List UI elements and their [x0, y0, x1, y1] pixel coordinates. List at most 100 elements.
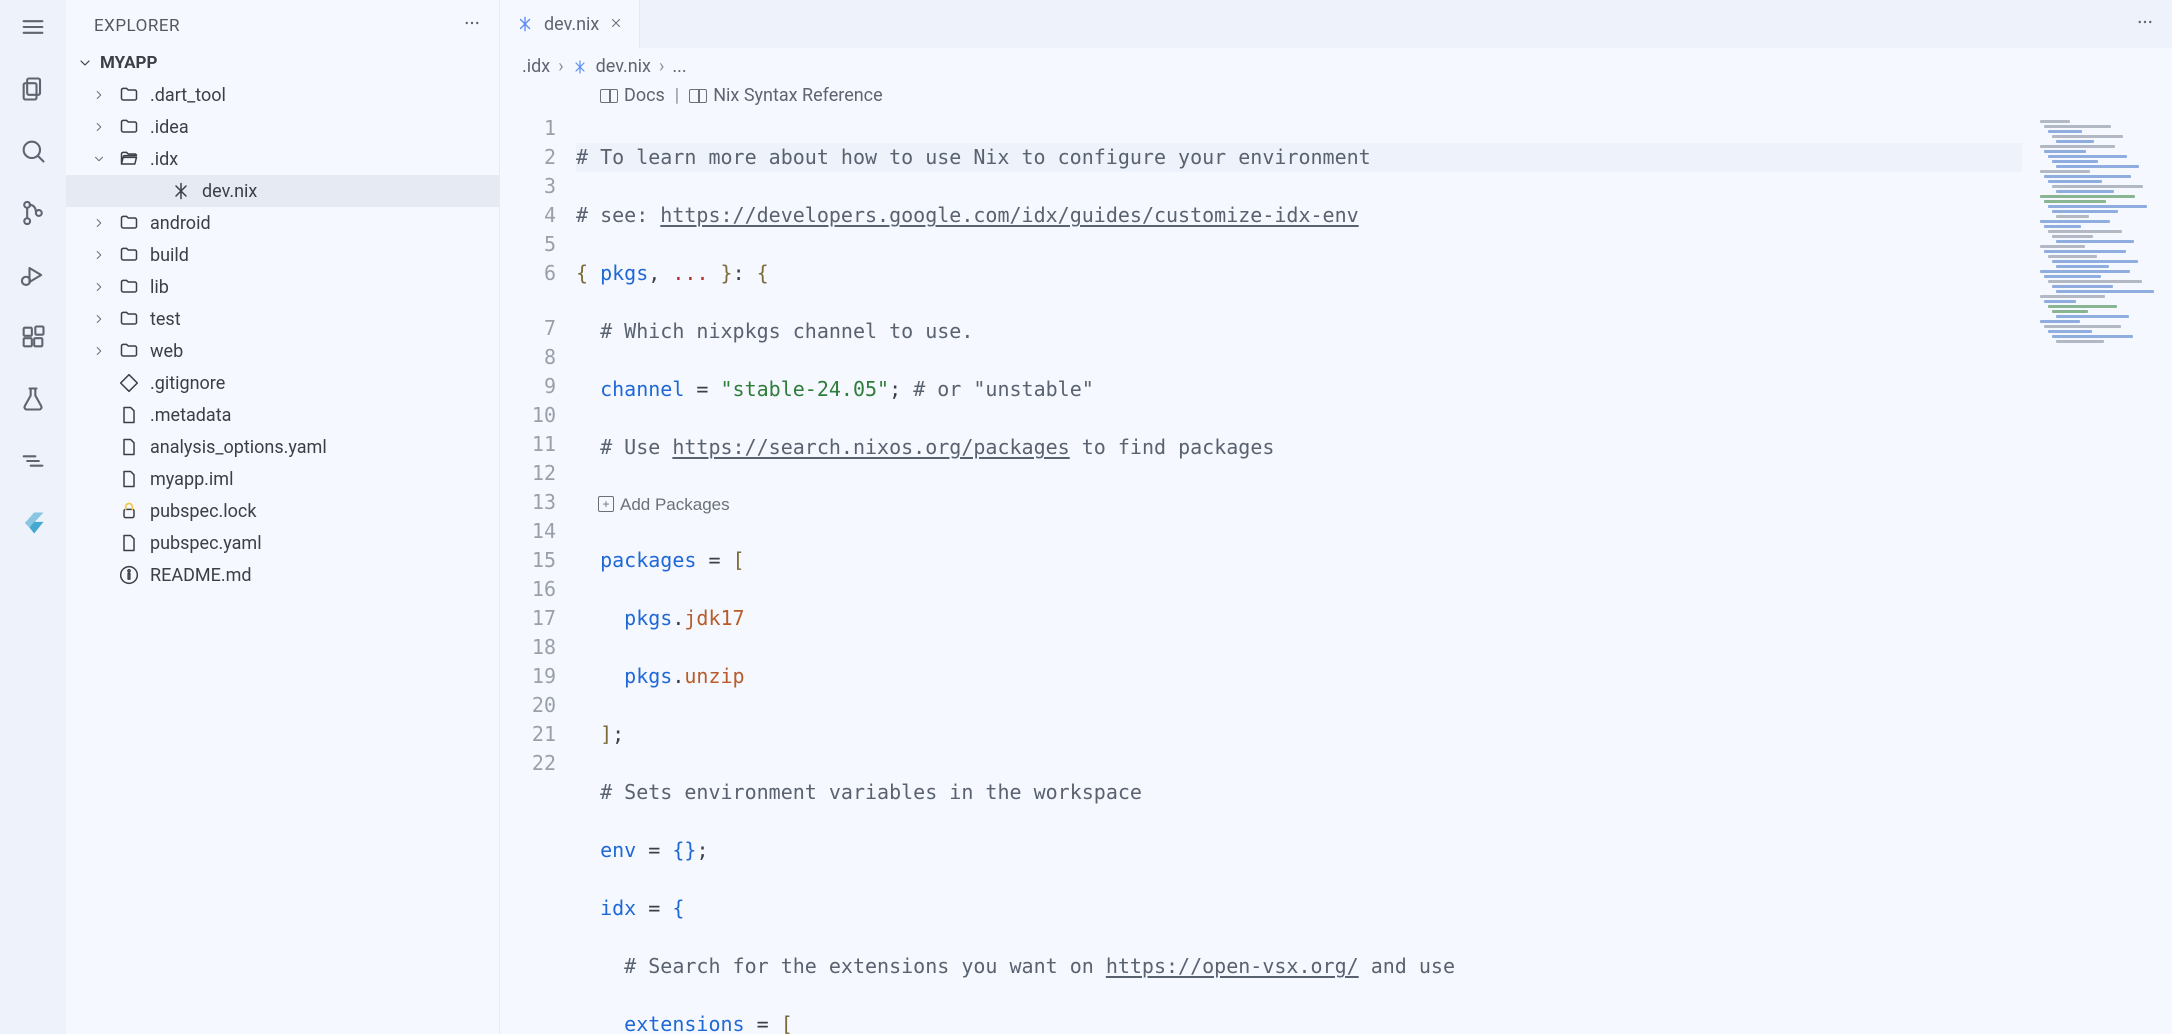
code-text: pkgs — [624, 606, 672, 630]
file-item[interactable]: pubspec.yaml — [66, 527, 499, 559]
code-text: extensions — [624, 1012, 744, 1034]
extensions-icon[interactable] — [16, 320, 50, 354]
nix-reference-link[interactable]: Nix Syntax Reference — [713, 85, 882, 106]
folder-item[interactable]: build — [66, 239, 499, 271]
line-number: 8 — [500, 343, 556, 372]
nix-icon[interactable] — [16, 444, 50, 478]
line-number: 21 — [500, 720, 556, 749]
codelens-add-packages[interactable]: +Add Packages — [576, 491, 2022, 517]
tab-title: dev.nix — [544, 14, 599, 35]
folder-item[interactable]: web — [66, 335, 499, 367]
folder-item[interactable]: .dart_tool — [66, 79, 499, 111]
tree-item-label: .idx — [150, 149, 178, 170]
explorer-panel: EXPLORER MYAPP .dart_tool.idea.idxdev.ni… — [66, 0, 500, 1034]
book-icon — [689, 89, 707, 103]
tree-item-label: myapp.iml — [150, 469, 233, 490]
tree-item-label: .dart_tool — [150, 85, 226, 106]
file-item[interactable]: pubspec.lock — [66, 495, 499, 527]
dart-file-icon — [118, 532, 140, 554]
folder-item[interactable]: test — [66, 303, 499, 335]
panel-more-icon[interactable] — [463, 14, 481, 37]
project-root[interactable]: MYAPP — [66, 47, 499, 79]
folder-item[interactable]: android — [66, 207, 499, 239]
line-number: 17 — [500, 604, 556, 633]
line-number: 7 — [500, 314, 556, 343]
nix-file-icon — [572, 59, 588, 75]
chevron-right-icon: › — [659, 56, 664, 77]
tree-item-label: test — [150, 309, 181, 330]
file-item[interactable]: .metadata — [66, 399, 499, 431]
line-number: 2 — [500, 143, 556, 172]
purple-folder-icon — [118, 244, 140, 266]
editor-more-icon[interactable] — [2136, 13, 2154, 35]
code-text: env — [600, 838, 636, 862]
test-icon[interactable] — [16, 382, 50, 416]
minimap[interactable] — [2032, 114, 2172, 1034]
lock-icon — [118, 500, 140, 522]
breadcrumb-seg[interactable]: dev.nix — [596, 56, 651, 77]
files-icon[interactable] — [16, 72, 50, 106]
folder-item[interactable]: .idea — [66, 111, 499, 143]
line-gutter: 12345678910111213141516171819202122 — [500, 114, 576, 1034]
tree-item-label: .gitignore — [150, 373, 225, 394]
flutter-icon[interactable] — [16, 506, 50, 540]
chevron-right-icon: › — [558, 56, 563, 77]
book-icon — [600, 89, 618, 103]
chevron-right-icon — [90, 86, 108, 104]
tree-item-label: pubspec.lock — [150, 501, 256, 522]
folder-item[interactable]: lib — [66, 271, 499, 303]
plus-icon: + — [598, 496, 614, 512]
close-icon[interactable] — [609, 14, 623, 35]
chevron-right-icon — [90, 214, 108, 232]
chevron-down-icon — [90, 150, 108, 168]
code-link[interactable]: https://open-vsx.org/ — [1106, 954, 1359, 978]
teal-folder-icon — [118, 340, 140, 362]
code-text: # Sets environment variables in the work… — [600, 780, 1142, 804]
info-icon — [118, 564, 140, 586]
code-text: pkgs — [624, 664, 672, 688]
code-text: # To learn more about how to use Nix to … — [576, 145, 1371, 169]
code-text: "stable-24.05" — [721, 377, 890, 401]
file-item[interactable]: .gitignore — [66, 367, 499, 399]
chevron-down-icon — [76, 54, 94, 72]
purple-folder-icon — [118, 212, 140, 234]
code-link[interactable]: https://developers.google.com/idx/guides… — [660, 203, 1358, 227]
run-debug-icon[interactable] — [16, 258, 50, 292]
tree-item-label: README.md — [150, 565, 252, 586]
breadcrumb[interactable]: .idx › dev.nix › ... — [500, 48, 2172, 83]
code-content[interactable]: # To learn more about how to use Nix to … — [576, 114, 2172, 1034]
line-number: 13 — [500, 488, 556, 517]
line-number: 12 — [500, 459, 556, 488]
code-text: ... — [672, 261, 708, 285]
source-control-icon[interactable] — [16, 196, 50, 230]
chevron-right-icon — [90, 310, 108, 328]
code-text: # see: — [576, 203, 660, 227]
file-item[interactable]: analysis_options.yaml — [66, 431, 499, 463]
file-item[interactable]: README.md — [66, 559, 499, 591]
line-number: 14 — [500, 517, 556, 546]
folder-item[interactable]: .idx — [66, 143, 499, 175]
grey-folder-icon — [118, 116, 140, 138]
tab-dev-nix[interactable]: dev.nix — [500, 0, 640, 48]
line-number: 4 — [500, 201, 556, 230]
green-file-icon — [118, 468, 140, 490]
line-number: 10 — [500, 401, 556, 430]
line-number: 3 — [500, 172, 556, 201]
code-text: # or "unstable" — [913, 377, 1094, 401]
code-text: idx — [600, 896, 636, 920]
nix-icon — [170, 180, 192, 202]
breadcrumb-seg[interactable]: ... — [672, 56, 686, 77]
editor-body[interactable]: 12345678910111213141516171819202122 # To… — [500, 114, 2172, 1034]
code-text: pkgs — [600, 261, 648, 285]
line-number: 18 — [500, 633, 556, 662]
code-link[interactable]: https://search.nixos.org/packages — [672, 435, 1069, 459]
menu-icon[interactable] — [16, 10, 50, 44]
search-icon[interactable] — [16, 134, 50, 168]
file-item[interactable]: dev.nix — [66, 175, 499, 207]
file-item[interactable]: myapp.iml — [66, 463, 499, 495]
docs-link[interactable]: Docs — [624, 85, 665, 106]
tree-item-label: .metadata — [150, 405, 231, 426]
breadcrumb-seg[interactable]: .idx — [522, 56, 550, 77]
tree-item-label: build — [150, 245, 189, 266]
line-number: 11 — [500, 430, 556, 459]
